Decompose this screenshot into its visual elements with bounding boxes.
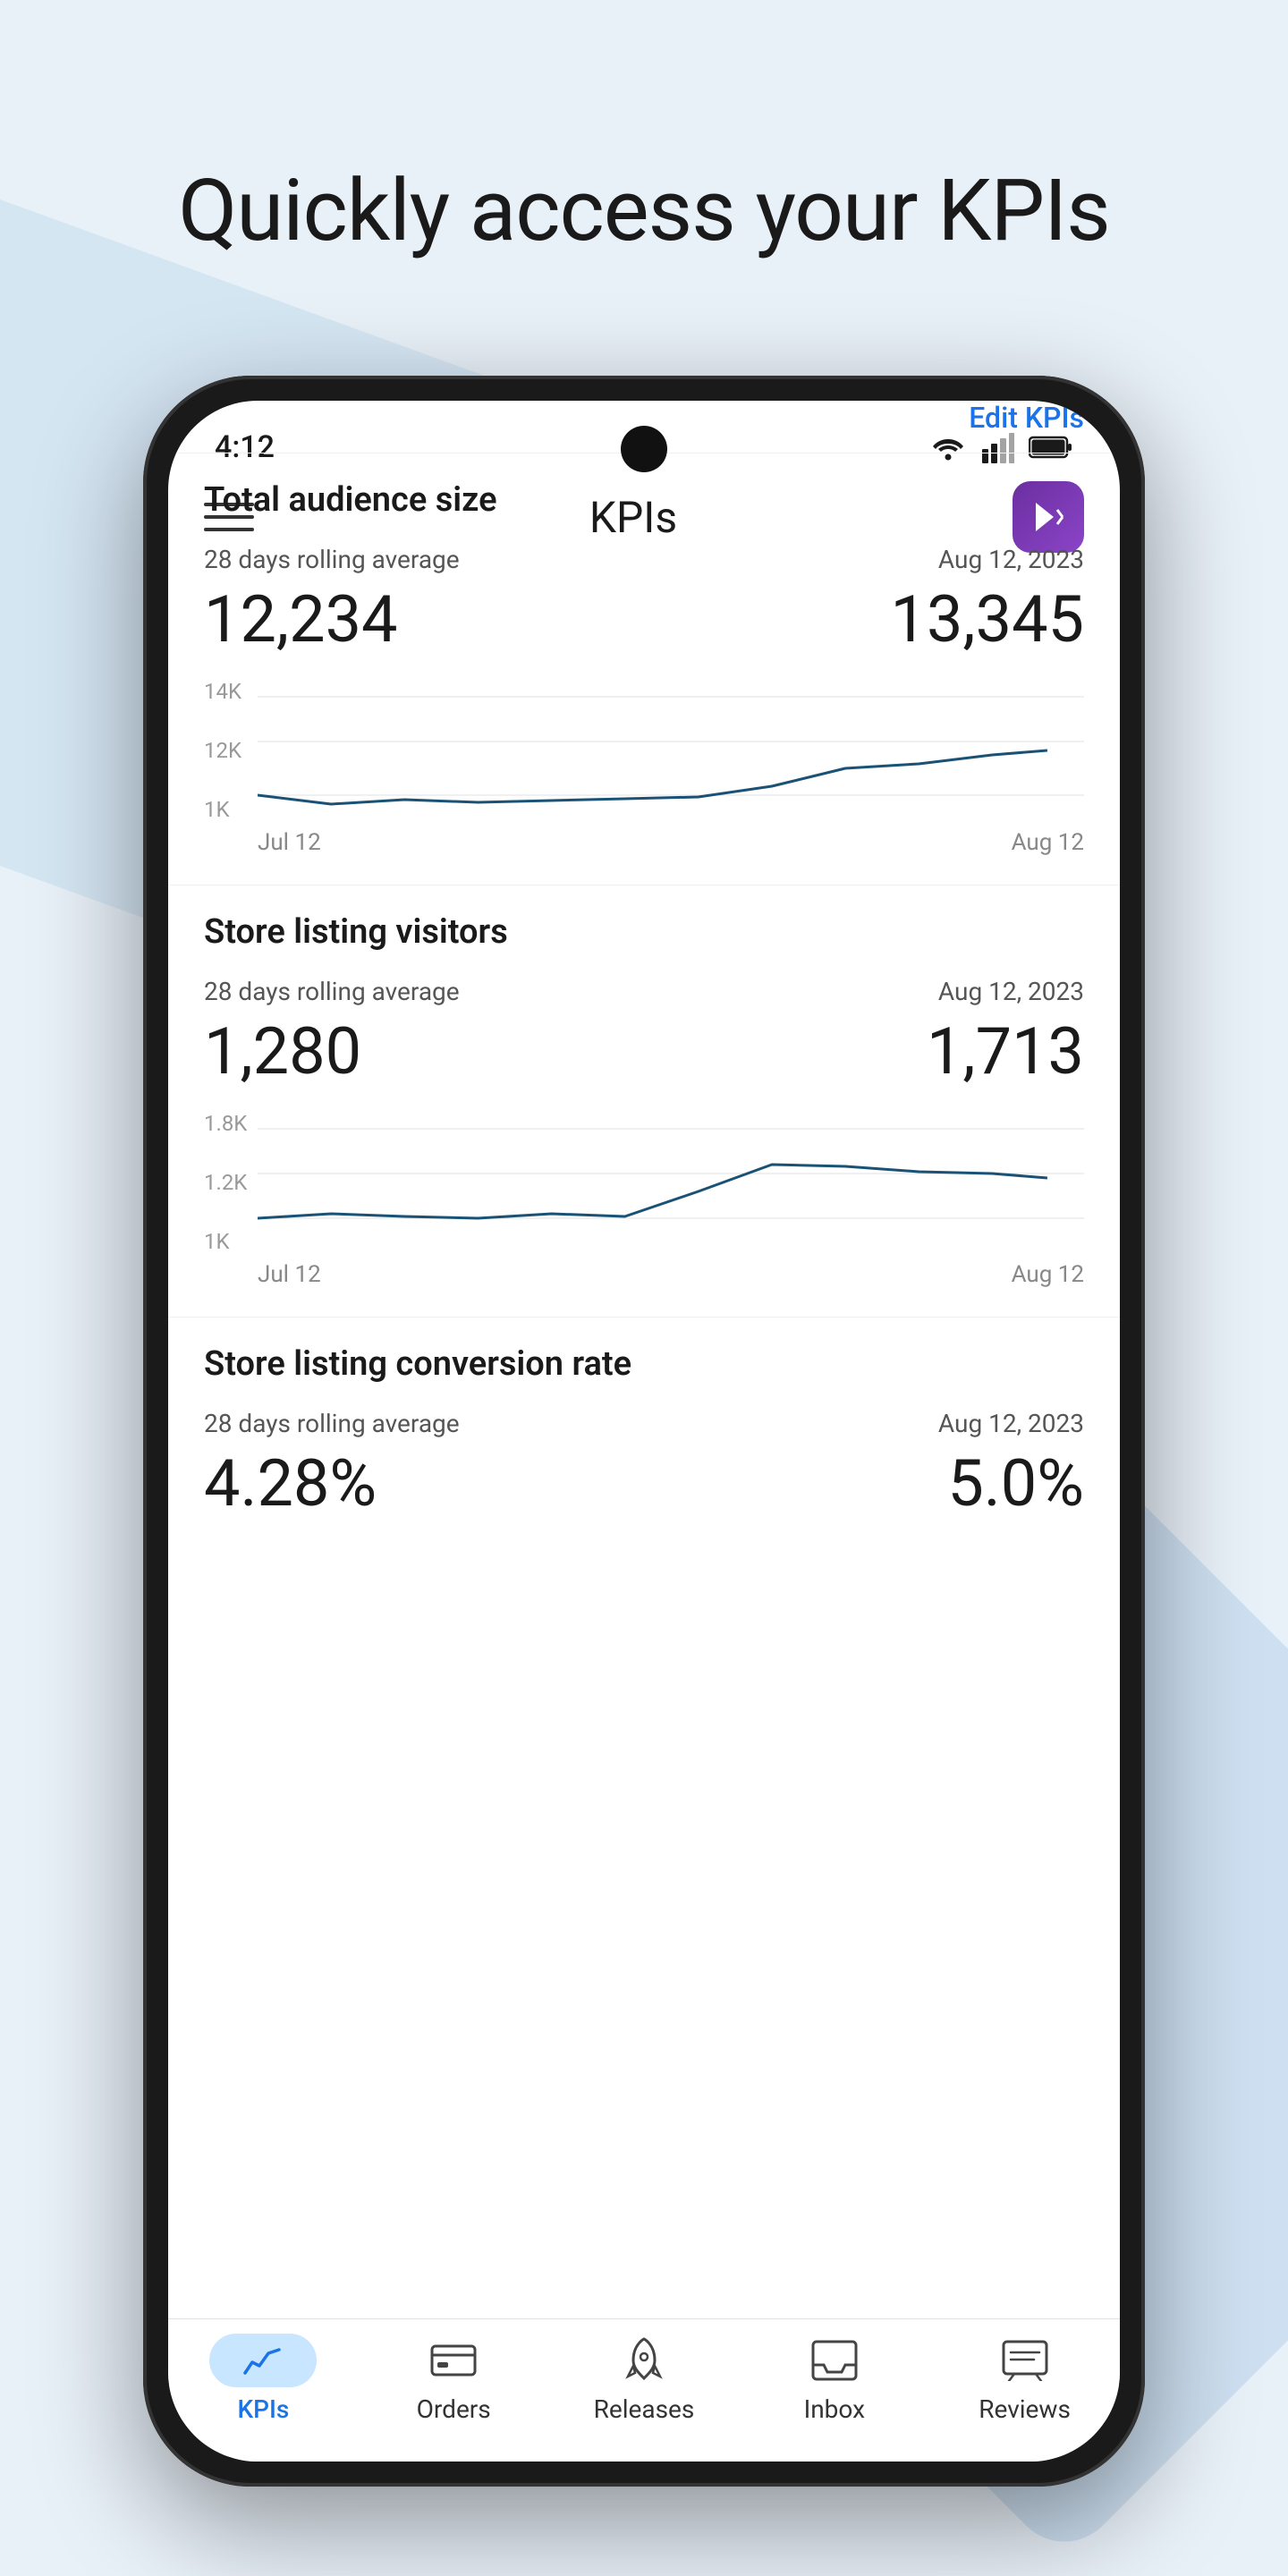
phone-frame: 4:12 bbox=[143, 376, 1145, 2487]
phone-screen: 4:12 bbox=[168, 401, 1120, 2462]
chart-x-labels-visitors: Jul 12 Aug 12 bbox=[204, 1258, 1084, 1292]
nav-item-inbox[interactable]: Inbox bbox=[739, 2334, 929, 2424]
nav-label-releases: Releases bbox=[594, 2394, 695, 2424]
phone-wrapper: 4:12 bbox=[143, 376, 1145, 2487]
kpi-date-visitors: Aug 12, 2023 bbox=[938, 977, 1084, 1006]
kpi-meta-row-conversion: 28 days rolling average Aug 12, 2023 bbox=[204, 1409, 1084, 1438]
y-label-mid: 12K bbox=[204, 738, 242, 763]
kpi-rolling-label-conversion: 28 days rolling average bbox=[204, 1409, 460, 1438]
y-label-bot: 1K bbox=[204, 797, 242, 822]
kpi-date-audience: Aug 12, 2023 bbox=[938, 545, 1084, 574]
kpi-title-conversion: Store listing conversion rate bbox=[204, 1344, 1084, 1384]
chart-svg-audience bbox=[258, 679, 1084, 822]
nav-item-releases[interactable]: Releases bbox=[549, 2334, 740, 2424]
chart-visitors: 1.8K 1.2K 1K Ju bbox=[204, 1111, 1084, 1290]
page-headline: Quickly access your KPIs bbox=[0, 161, 1288, 261]
kpi-section-conversion: Store listing conversion rate 28 days ro… bbox=[168, 1317, 1120, 1570]
y-label-bot-v: 1K bbox=[204, 1229, 247, 1254]
nav-icon-inbox bbox=[808, 2334, 861, 2387]
bottom-nav: KPIs Orders bbox=[168, 2318, 1120, 2462]
kpi-value-right-visitors: 1,713 bbox=[927, 1013, 1084, 1089]
kpi-rolling-label-audience: 28 days rolling average bbox=[204, 545, 460, 574]
nav-item-kpis[interactable]: KPIs bbox=[168, 2334, 359, 2424]
rocket-icon bbox=[623, 2337, 665, 2384]
chart-y-labels-visitors: 1.8K 1.2K 1K bbox=[204, 1111, 247, 1254]
nav-icon-releases bbox=[617, 2334, 671, 2387]
nav-label-inbox: Inbox bbox=[804, 2394, 865, 2424]
kpi-title-visitors: Store listing visitors bbox=[204, 912, 1084, 952]
nav-icon-orders bbox=[427, 2334, 480, 2387]
kpi-values-conversion: 4.28% 5.0% bbox=[204, 1445, 1084, 1521]
scroll-content: Edit KPIs Total audience size 28 days ro… bbox=[168, 401, 1120, 2318]
kpi-section-audience: Total audience size 28 days rolling aver… bbox=[168, 453, 1120, 885]
nav-label-kpis: KPIs bbox=[237, 2394, 289, 2424]
kpi-title-audience: Total audience size bbox=[204, 480, 1084, 520]
kpi-value-left-conversion: 4.28% bbox=[204, 1445, 377, 1521]
y-label-top-v: 1.8K bbox=[204, 1111, 247, 1136]
chart-y-labels-audience: 14K 12K 1K bbox=[204, 679, 242, 822]
kpi-value-right-audience: 13,345 bbox=[891, 581, 1085, 657]
x-label-start-audience: Jul 12 bbox=[258, 829, 321, 856]
nav-icon-kpis-bg bbox=[209, 2334, 317, 2387]
kpi-section-visitors: Store listing visitors 28 days rolling a… bbox=[168, 885, 1120, 1317]
chart-audience: 14K 12K 1K bbox=[204, 679, 1084, 858]
y-label-mid-v: 1.2K bbox=[204, 1170, 247, 1195]
kpi-date-conversion: Aug 12, 2023 bbox=[938, 1409, 1084, 1438]
nav-item-reviews[interactable]: Reviews bbox=[929, 2334, 1120, 2424]
kpi-value-left-visitors: 1,280 bbox=[204, 1013, 361, 1089]
nav-icon-reviews bbox=[998, 2334, 1052, 2387]
camera-notch bbox=[621, 426, 667, 472]
x-label-end-audience: Aug 12 bbox=[1012, 829, 1084, 856]
inbox-icon bbox=[811, 2340, 858, 2381]
chart-x-labels-audience: Jul 12 Aug 12 bbox=[204, 826, 1084, 860]
nav-label-reviews: Reviews bbox=[979, 2394, 1071, 2424]
nav-label-orders: Orders bbox=[417, 2394, 491, 2424]
kpi-meta-row-visitors: 28 days rolling average Aug 12, 2023 bbox=[204, 977, 1084, 1006]
credit-card-icon bbox=[430, 2341, 477, 2380]
chart-svg-visitors bbox=[258, 1111, 1084, 1254]
kpi-values-visitors: 1,280 1,713 bbox=[204, 1013, 1084, 1089]
kpi-value-left-audience: 12,234 bbox=[204, 581, 398, 657]
kpi-rolling-label-visitors: 28 days rolling average bbox=[204, 977, 460, 1006]
nav-item-orders[interactable]: Orders bbox=[359, 2334, 549, 2424]
kpi-values-audience: 12,234 13,345 bbox=[204, 581, 1084, 657]
y-label-top: 14K bbox=[204, 679, 242, 704]
chart-line-icon bbox=[243, 2343, 283, 2378]
x-label-end-visitors: Aug 12 bbox=[1012, 1261, 1084, 1288]
kpi-value-right-conversion: 5.0% bbox=[947, 1445, 1084, 1521]
kpi-meta-row-audience: 28 days rolling average Aug 12, 2023 bbox=[204, 545, 1084, 574]
x-label-start-visitors: Jul 12 bbox=[258, 1261, 321, 1288]
reviews-icon bbox=[1002, 2340, 1048, 2381]
